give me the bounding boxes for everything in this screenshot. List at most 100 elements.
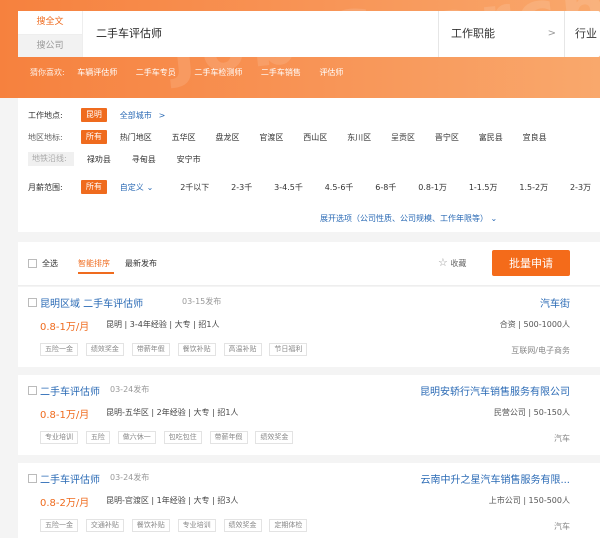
company-info: 上市公司 | 150-500人 [488,496,570,505]
district-option[interactable]: 富民县 [479,132,503,143]
result-toolbar: 全选 智能排序 最新发布 ☆ 收藏 批量申请 [18,242,600,286]
search-input[interactable]: 二手车评估师 [96,11,162,57]
filter-row-metro: 地铁沿线: 禄劝县 寻甸县 安宁市 [28,152,201,166]
chevron-right-icon: > [158,110,166,120]
sort-latest-tab[interactable]: 最新发布 [125,258,157,269]
expand-options-link[interactable]: 展开选项（公司性质、公司规模、工作年限等） ⌄ [320,213,497,224]
guess-item[interactable]: 二手车检测师 [194,68,242,77]
job-date: 03-24发布 [110,385,150,394]
company-name[interactable]: 云南中升之星汽车销售服务有限... [420,471,570,486]
salary-option[interactable]: 0.8-1万 [418,182,447,193]
benefit-tag: 绩效奖金 [255,431,294,444]
select-all-label[interactable]: 全选 [42,258,58,269]
benefit-tag: 包吃包住 [163,431,202,444]
job-title[interactable]: 二手车评估师 [40,471,100,486]
district-option[interactable]: 官渡区 [259,132,283,143]
job-meta: 昆明-五华区 | 2年经验 | 大专 | 招1人 [106,408,239,417]
district-option[interactable]: 呈贡区 [391,132,415,143]
benefit-tag: 高温补贴 [223,343,262,356]
district-option[interactable]: 西山区 [303,132,327,143]
salary-option[interactable]: 3-4.5千 [274,182,303,193]
company-info: 民营公司 | 50-150人 [493,408,570,417]
district-option[interactable]: 禄劝县 [87,154,111,165]
job-meta: 昆明 | 3-4年经验 | 大专 | 招1人 [106,320,220,329]
district-option[interactable]: 东川区 [347,132,371,143]
district-option[interactable]: 热门地区 [120,132,152,143]
job-function-select[interactable]: 工作职能 > [438,11,564,57]
salary-option[interactable]: 2-3千 [231,182,252,193]
metro-label[interactable]: 地铁沿线: [28,152,74,166]
benefit-tag: 五险一金 [40,519,78,532]
company-name[interactable]: 昆明安轿行汽车销售服务有限公司 [420,383,570,398]
benefit-tag: 交通补贴 [85,519,124,532]
district-option[interactable]: 寻甸县 [132,154,156,165]
district-label: 地区地标: [28,132,63,142]
benefit-tag: 餐饮补贴 [131,519,170,532]
select-all-checkbox[interactable] [28,259,37,268]
active-tab-indicator [78,272,114,274]
district-option[interactable]: 宜良县 [523,132,547,143]
guess-item[interactable]: 二手车销售 [261,68,301,77]
sort-smart-tab[interactable]: 智能排序 [78,258,110,269]
benefit-tag: 专业培训 [177,519,216,532]
job-title[interactable]: 昆明区域 二手车评估师 [40,295,143,310]
salary-custom[interactable]: 自定义 [120,182,144,193]
job-tags: 五险一金 交通补贴 餐饮补贴 专业培训 绩效奖金 定期体检 [40,519,312,532]
district-option[interactable]: 盘龙区 [216,132,240,143]
job-date: 03-15发布 [182,297,222,306]
district-option[interactable]: 晋宁区 [435,132,459,143]
job-card[interactable]: 二手车评估师 03-24发布 0.8-1万/月 昆明-五华区 | 2年经验 | … [18,375,600,455]
benefit-tag: 做六休一 [117,431,156,444]
job-salary: 0.8-2万/月 [40,498,90,509]
job-title[interactable]: 二手车评估师 [40,383,100,398]
salary-option[interactable]: 2-3万 [570,182,591,193]
batch-apply-button[interactable]: 批量申请 [492,250,570,276]
benefit-tag: 绩效奖金 [223,519,262,532]
guess-item[interactable]: 车辆评估师 [77,68,117,77]
benefit-tag: 五险 [85,431,110,444]
collect-button[interactable]: ☆ 收藏 [438,256,466,269]
chevron-down-icon: ⌄ [490,214,498,223]
company-name[interactable]: 汽车街 [540,295,570,310]
all-cities-link[interactable]: 全部城市 [120,110,152,121]
salary-selected[interactable]: 所有 [80,180,107,194]
job-card[interactable]: 二手车评估师 03-24发布 0.8-2万/月 昆明-官渡区 | 1年经验 | … [18,463,600,538]
search-box: 搜全文 搜公司 二手车评估师 工作职能 > 行业 [18,11,600,57]
industry-select[interactable]: 行业 [564,11,600,57]
district-option[interactable]: 五华区 [172,132,196,143]
salary-option[interactable]: 1-1.5万 [469,182,498,193]
salary-option[interactable]: 4.5-6千 [325,182,354,193]
benefit-tag: 五险一金 [40,343,78,356]
job-checkbox[interactable] [28,474,37,483]
guess-item[interactable]: 二手车专员 [136,68,176,77]
company-industry: 汽车 [554,522,570,531]
search-divider [82,11,83,57]
guess-label: 猜你喜欢: [30,68,65,77]
search-type-fulltext[interactable]: 搜全文 [18,11,82,34]
location-label: 工作地点: [28,110,63,120]
filter-row-salary: 月薪范围: 所有 自定义 ⌄ 2千以下 2-3千 3-4.5千 4.5-6千 6… [28,180,591,194]
job-checkbox[interactable] [28,386,37,395]
benefit-tag: 带薪年假 [131,343,170,356]
guess-you-like: 猜你喜欢: 车辆评估师 二手车专员 二手车检测师 二手车销售 评估师 [30,67,359,79]
chevron-right-icon: > [547,28,556,39]
benefit-tag: 绩效奖金 [85,343,124,356]
district-selected[interactable]: 所有 [80,130,107,144]
filter-panel: 工作地点: 昆明 全部城市 > 地区地标: 所有 热门地区 五华区 盘龙区 官渡… [18,98,600,232]
salary-option[interactable]: 1.5-2万 [519,182,548,193]
job-checkbox[interactable] [28,298,37,307]
job-date: 03-24发布 [110,473,150,482]
filter-row-location: 工作地点: 昆明 全部城市 > [28,108,165,122]
guess-item[interactable]: 评估师 [319,68,343,77]
district-option[interactable]: 安宁市 [177,154,201,165]
salary-option[interactable]: 6-8千 [375,182,396,193]
collect-label: 收藏 [450,259,467,268]
job-card[interactable]: 昆明区域 二手车评估师 03-15发布 0.8-1万/月 昆明 | 3-4年经验… [18,287,600,367]
expand-options-label: 展开选项（公司性质、公司规模、工作年限等） [320,214,488,223]
benefit-tag: 定期体检 [269,519,308,532]
location-selected[interactable]: 昆明 [80,108,107,122]
search-type-company[interactable]: 搜公司 [18,34,82,57]
salary-option[interactable]: 2千以下 [180,182,209,193]
benefit-tag: 餐饮补贴 [177,343,216,356]
company-industry: 汽车 [554,434,570,443]
